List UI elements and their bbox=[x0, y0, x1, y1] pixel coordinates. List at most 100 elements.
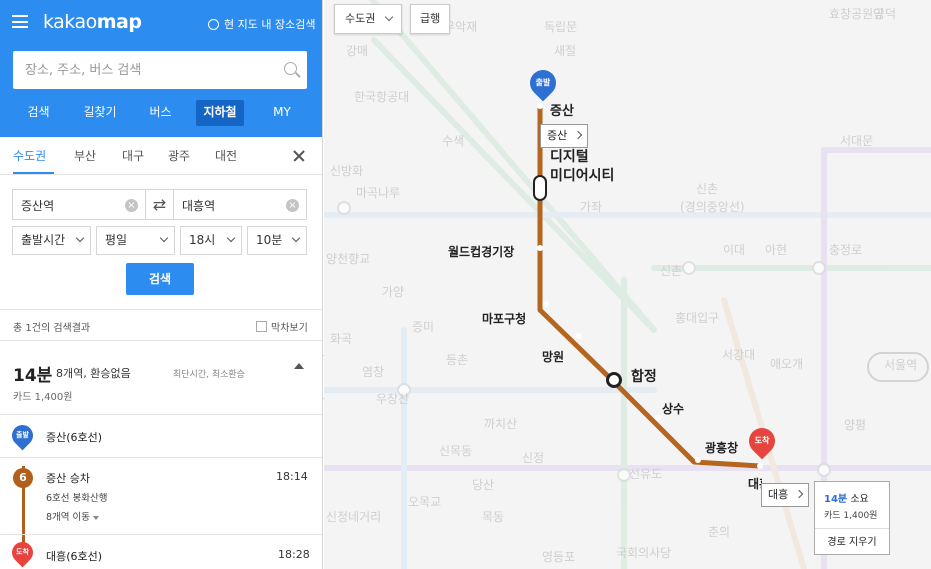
popup-duration: 14분 소요 bbox=[824, 494, 869, 505]
tab-directions[interactable]: 길찾기 bbox=[75, 100, 125, 126]
departure-step[interactable]: 출발 증산(6호선) bbox=[0, 416, 322, 458]
route-station-label[interactable]: 망원 bbox=[542, 348, 564, 365]
express-button[interactable]: 급행 bbox=[410, 4, 450, 34]
search-input[interactable] bbox=[25, 62, 277, 78]
route-station-label[interactable]: 마포구청 bbox=[482, 310, 526, 327]
arrival-pin-icon: 도착 bbox=[7, 537, 38, 568]
time-type-select[interactable]: 출발시간 bbox=[12, 226, 91, 255]
tab-search[interactable]: 검색 bbox=[20, 100, 57, 126]
route-station-label[interactable]: 월드컵경기장 bbox=[448, 243, 514, 260]
background-station-label: 오목교 bbox=[408, 495, 442, 509]
time-selectors: 출발시간 평일 18시 10분 bbox=[0, 226, 322, 255]
map-area-search-label: 현 지도 내 장소검색 bbox=[224, 18, 316, 31]
route-station-label-dmc[interactable]: 디지털 미디어시티 bbox=[550, 148, 614, 186]
map-area-search-toggle[interactable]: 현 지도 내 장소검색 bbox=[208, 16, 315, 32]
departure-station: 증산(6호선) bbox=[46, 431, 103, 444]
tab-city-capital[interactable]: 수도권 bbox=[13, 147, 46, 164]
background-station-label: 이대 bbox=[723, 243, 746, 257]
destination-value: 대흥역 bbox=[182, 199, 216, 213]
hour-select[interactable]: 18시 bbox=[180, 226, 242, 255]
clear-route-button[interactable]: 경로 지우기 bbox=[815, 528, 889, 555]
route-station-label[interactable]: 상수 bbox=[662, 400, 684, 417]
tab-bus[interactable]: 버스 bbox=[142, 100, 179, 126]
end-station-bubble[interactable]: 대흥 bbox=[761, 483, 810, 507]
menu-icon[interactable] bbox=[12, 15, 28, 28]
origin-value: 증산역 bbox=[21, 199, 55, 213]
city-tabs: 수도권 부산 대구 광주 대전 bbox=[0, 137, 322, 175]
end-pin-icon[interactable]: 도착 bbox=[743, 422, 781, 460]
swap-icon[interactable]: ⇄ bbox=[145, 190, 174, 219]
checkbox-icon bbox=[256, 321, 267, 332]
route-station-dot[interactable] bbox=[695, 457, 701, 463]
chevron-right-icon bbox=[574, 130, 583, 140]
start-station-bubble[interactable]: 증산 bbox=[540, 124, 589, 148]
route-station-label[interactable]: 대흥 bbox=[748, 475, 762, 492]
boarding-time: 18:14 bbox=[276, 470, 308, 483]
search-box bbox=[13, 51, 307, 89]
route-tags: 최단시간, 최소환승 bbox=[173, 370, 245, 380]
background-station-label: 수색 bbox=[442, 134, 465, 148]
collapse-arrow-icon[interactable] bbox=[294, 363, 304, 369]
tab-city-daegu[interactable]: 대구 bbox=[122, 147, 144, 164]
route-station-label[interactable]: 광흥창 bbox=[705, 439, 738, 456]
background-station-label: 서대문 bbox=[840, 134, 874, 148]
route-station-dot[interactable] bbox=[757, 463, 763, 469]
radio-icon bbox=[208, 18, 219, 30]
route-station-dot[interactable] bbox=[655, 415, 661, 421]
clear-origin-icon[interactable]: × bbox=[125, 199, 138, 212]
minute-select[interactable]: 10분 bbox=[247, 226, 307, 255]
route-station-dot[interactable] bbox=[537, 103, 543, 109]
route-description: 8개역, 환승없음 bbox=[56, 367, 131, 380]
route-station-dot[interactable] bbox=[537, 245, 543, 251]
background-station-label: 가양 bbox=[382, 285, 405, 299]
departure-pin-icon: 출발 bbox=[7, 420, 38, 451]
background-station-label: 신정 bbox=[522, 451, 545, 465]
background-station-label: 영등포 bbox=[542, 550, 576, 564]
chevron-down-icon bbox=[226, 233, 236, 243]
close-icon[interactable] bbox=[292, 149, 306, 163]
background-station-label: (경의중앙선) bbox=[680, 200, 745, 214]
search-button[interactable]: 검색 bbox=[126, 263, 194, 295]
route-station-label[interactable]: 증산 bbox=[550, 100, 574, 119]
background-station-label: 한국항공대 bbox=[354, 90, 410, 104]
background-station-label: 화곡 bbox=[330, 332, 353, 346]
route-summary[interactable]: 14분 8개역, 환승없음 최단시간, 최소환승 카드 1,400원 bbox=[0, 349, 322, 415]
boarding-step: 6 증산 승차 18:14 6호선 봉화산행 8개역 이동 bbox=[0, 458, 322, 556]
route-station-dot[interactable] bbox=[576, 333, 582, 339]
search-icon[interactable] bbox=[277, 51, 307, 89]
left-panel: kakaomap 현 지도 내 장소검색 검색 길찾기 버스 지하철 MY 수도… bbox=[0, 0, 323, 569]
results-bar: 총 1건의 검색결과 막차보기 bbox=[0, 309, 322, 341]
arrival-time: 18:28 bbox=[278, 548, 310, 561]
origin-field[interactable]: 증산역 × bbox=[13, 190, 145, 219]
arrival-step[interactable]: 도착 대흥(6호선) 18:28 bbox=[0, 534, 322, 569]
clear-destination-icon[interactable]: × bbox=[286, 199, 299, 212]
background-station-label: 강매 bbox=[346, 44, 369, 58]
background-station-label: 애오개 bbox=[770, 357, 804, 371]
tab-my[interactable]: MY bbox=[267, 100, 297, 126]
background-station-label: 증미 bbox=[412, 320, 435, 334]
background-station-label: 등촌 bbox=[446, 353, 469, 367]
background-station-label: 양평 bbox=[844, 418, 867, 432]
tab-subway[interactable]: 지하철 bbox=[196, 100, 244, 126]
caret-down-icon bbox=[93, 515, 100, 520]
tab-city-daejeon[interactable]: 대전 bbox=[215, 147, 237, 164]
destination-field[interactable]: 대흥역 × bbox=[174, 190, 306, 219]
chevron-down-icon bbox=[159, 233, 169, 243]
route-station-label[interactable]: 합정 bbox=[631, 366, 657, 386]
background-station-label: 아현 bbox=[765, 243, 788, 257]
start-pin-icon[interactable]: 출발 bbox=[524, 64, 562, 102]
chevron-down-icon bbox=[75, 233, 85, 243]
background-station-label: 까치산 bbox=[484, 417, 518, 431]
day-type-select[interactable]: 평일 bbox=[96, 226, 175, 255]
kakaomap-logo[interactable]: kakaomap bbox=[43, 11, 142, 33]
stations-expand-toggle[interactable]: 8개역 이동 bbox=[46, 509, 100, 523]
background-station-label: 공덕 bbox=[874, 7, 897, 21]
route-station-dot[interactable] bbox=[533, 175, 547, 201]
region-select[interactable]: 수도권 bbox=[334, 4, 402, 34]
route-station-dot[interactable] bbox=[606, 372, 622, 388]
tab-city-busan[interactable]: 부산 bbox=[74, 147, 96, 164]
route-station-dot[interactable] bbox=[543, 301, 549, 307]
tab-city-gwangju[interactable]: 광주 bbox=[168, 147, 190, 164]
last-train-checkbox[interactable]: 막차보기 bbox=[256, 319, 308, 334]
background-station-label: 신정네거리 bbox=[326, 510, 382, 524]
